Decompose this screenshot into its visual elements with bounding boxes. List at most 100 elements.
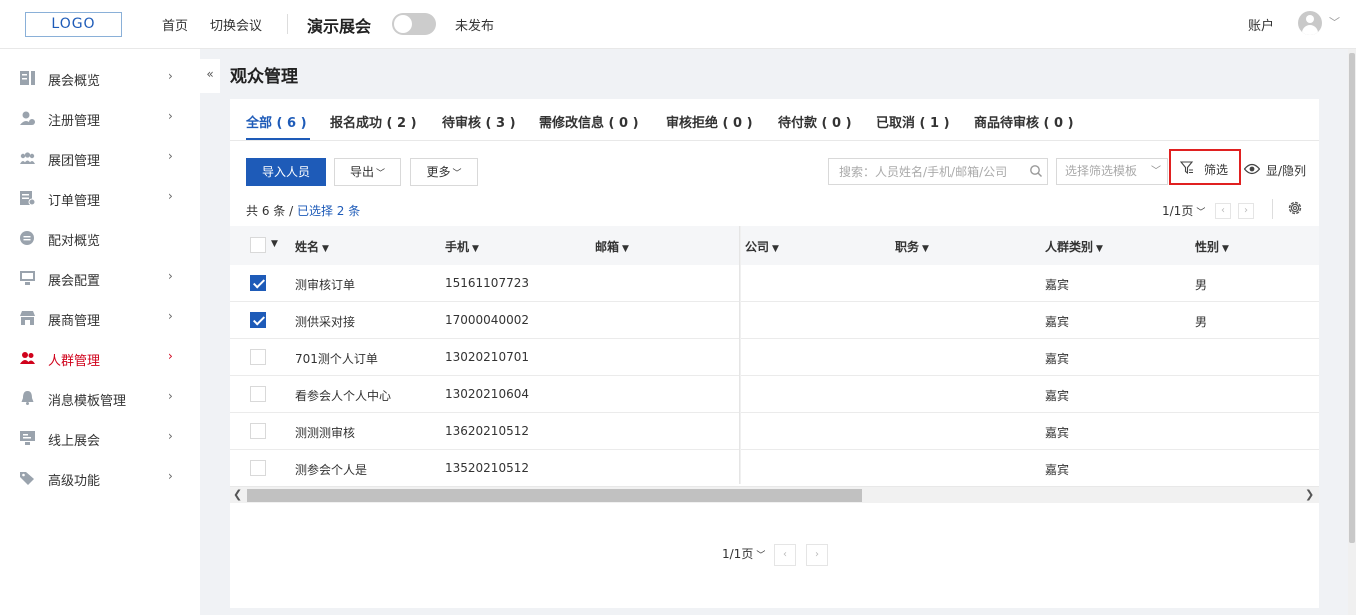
chevron-right-icon: › (168, 309, 173, 323)
row-checkbox[interactable] (250, 460, 266, 476)
column-header-email[interactable]: 邮箱 ▼ (595, 238, 629, 255)
chevron-down-icon[interactable]: ﹀ (1329, 14, 1340, 30)
sidebar: 展会概览 › 注册管理 › 展团管理 › 订单管理 › 配对概览 展会配置 › … (0, 49, 200, 615)
sidebar-item-overview[interactable]: 展会概览 › (0, 58, 200, 98)
filter-template-placeholder: 选择筛选模板 (1065, 164, 1138, 178)
table-row[interactable]: 看参会人个人中心 13020210604 嘉宾 (230, 376, 1319, 413)
page-indicator: 1/1页 (722, 547, 754, 561)
scroll-left-arrow-icon[interactable]: ❮ (233, 488, 242, 501)
prev-page-button[interactable]: ‹ (1215, 203, 1231, 219)
cell-gender: 男 (1195, 315, 1208, 329)
scrollbar-thumb[interactable] (1349, 53, 1355, 543)
sidebar-item-label: 线上展会 (48, 434, 101, 449)
chevron-down-icon: ﹀ (1196, 208, 1206, 218)
eye-icon (1244, 163, 1260, 175)
active-tab-indicator (246, 138, 310, 140)
prev-page-button[interactable]: ‹ (774, 544, 796, 566)
online-icon (20, 431, 35, 445)
table-row[interactable]: 测审核订单 15161107723 嘉宾 男 (230, 265, 1319, 302)
filter-template-select[interactable]: 选择筛选模板 ﹀ (1056, 158, 1168, 185)
import-people-button[interactable]: 导入人员 (246, 158, 326, 186)
table-row[interactable]: 测参会个人是 13520210512 嘉宾 (230, 450, 1319, 487)
sidebar-item-online-expo[interactable]: 线上展会 › (0, 418, 200, 458)
select-all-checkbox[interactable] (250, 237, 266, 253)
cell-phone: 13620210512 (445, 424, 529, 438)
table-row[interactable]: 测测测审核 13620210512 嘉宾 (230, 413, 1319, 450)
sidebar-item-group[interactable]: 展团管理 › (0, 138, 200, 178)
sidebar-collapse-button[interactable]: « (200, 59, 220, 93)
column-header-gender[interactable]: 性别 ▼ (1195, 238, 1229, 255)
tab-needs-edit[interactable]: 需修改信息 ( 0 ) (539, 112, 639, 131)
account-label[interactable]: 账户 (1248, 15, 1274, 34)
column-header-name[interactable]: 姓名 ▼ (295, 238, 329, 255)
top-page-selector[interactable]: 1/1页 ﹀ (1162, 202, 1205, 219)
selected-count: 已选择 2 条 (296, 204, 361, 218)
chevron-right-icon: › (168, 389, 173, 403)
row-checkbox[interactable] (250, 386, 266, 402)
logo[interactable]: LOGO (25, 12, 122, 37)
cell-category: 嘉宾 (1045, 426, 1070, 440)
row-checkbox[interactable] (250, 275, 266, 291)
filter-button[interactable]: 筛选 (1169, 149, 1241, 185)
column-header-title[interactable]: 职务 ▼ (895, 238, 929, 255)
sort-caret-icon: ▼ (1222, 244, 1229, 254)
search-input[interactable] (829, 159, 1025, 184)
column-header-phone[interactable]: 手机 ▼ (445, 238, 479, 255)
toolbar-divider (1272, 199, 1273, 219)
search-box (828, 158, 1048, 185)
page-indicator: 1/1页 (1162, 204, 1194, 218)
table-row[interactable]: 测供采对接 17000040002 嘉宾 男 (230, 302, 1319, 339)
tab-pending-review[interactable]: 待审核 ( 3 ) (442, 112, 516, 131)
tab-rejected[interactable]: 审核拒绝 ( 0 ) (666, 112, 753, 131)
row-checkbox[interactable] (250, 423, 266, 439)
sidebar-item-exhibitors[interactable]: 展商管理 › (0, 298, 200, 338)
gear-icon[interactable] (1287, 200, 1303, 216)
sort-caret-icon: ▼ (1096, 244, 1103, 254)
tab-cancelled[interactable]: 已取消 ( 1 ) (876, 112, 950, 131)
bottom-page-selector[interactable]: 1/1页 ﹀ (722, 545, 765, 562)
sidebar-item-message-templates[interactable]: 消息模板管理 › (0, 378, 200, 418)
top-header: LOGO 首页 切换会议 演示展会 未发布 账户 ﹀ (0, 0, 1356, 49)
tab-goods-review[interactable]: 商品待审核 ( 0 ) (974, 112, 1074, 131)
sidebar-item-registration[interactable]: 注册管理 › (0, 98, 200, 138)
chevron-down-icon: ﹀ (376, 169, 386, 179)
next-page-button[interactable]: › (806, 544, 828, 566)
tab-registered[interactable]: 报名成功 ( 2 ) (330, 112, 417, 131)
bell-icon (21, 391, 34, 405)
sidebar-item-match[interactable]: 配对概览 (0, 218, 200, 258)
page-vertical-scrollbar[interactable] (1348, 49, 1356, 615)
next-page-button[interactable]: › (1238, 203, 1254, 219)
cell-phone: 15161107723 (445, 276, 529, 290)
select-all-dropdown-icon[interactable]: ▼ (271, 239, 278, 249)
status-tabs: 全部 ( 6 ) 报名成功 ( 2 ) 待审核 ( 3 ) 需修改信息 ( 0 … (230, 99, 1319, 141)
more-button[interactable]: 更多 ﹀ (410, 158, 478, 186)
row-checkbox[interactable] (250, 349, 266, 365)
more-label: 更多 (426, 165, 451, 179)
column-header-category[interactable]: 人群类别 ▼ (1045, 238, 1103, 255)
table-row[interactable]: 701测个人订单 13020210701 嘉宾 (230, 339, 1319, 376)
row-checkbox[interactable] (250, 312, 266, 328)
scroll-right-arrow-icon[interactable]: ❯ (1305, 488, 1314, 501)
chevron-down-icon: ﹀ (756, 551, 766, 561)
sidebar-item-advanced[interactable]: 高级功能 › (0, 458, 200, 498)
horizontal-scrollbar[interactable]: ❮ ❯ (230, 486, 1319, 503)
cell-name: 看参会人个人中心 (295, 389, 392, 403)
sidebar-item-people[interactable]: 人群管理 › (0, 338, 200, 378)
nav-switch-meeting-link[interactable]: 切换会议 (210, 15, 262, 34)
exhibitor-icon (20, 311, 35, 325)
search-icon[interactable] (1029, 164, 1043, 178)
nav-home-link[interactable]: 首页 (162, 15, 188, 34)
tab-all[interactable]: 全部 ( 6 ) (246, 112, 307, 131)
tab-pending-payment[interactable]: 待付款 ( 0 ) (778, 112, 852, 131)
publish-toggle[interactable] (392, 13, 436, 35)
export-button[interactable]: 导出 ﹀ (334, 158, 401, 186)
sidebar-item-label: 配对概览 (48, 234, 101, 249)
sidebar-item-label: 订单管理 (48, 194, 101, 209)
sidebar-item-config[interactable]: 展会配置 › (0, 258, 200, 298)
column-header-company[interactable]: 公司 ▼ (745, 238, 779, 255)
sidebar-item-label: 高级功能 (48, 474, 101, 489)
avatar[interactable] (1298, 11, 1322, 35)
registration-icon (20, 111, 35, 125)
sidebar-item-orders[interactable]: 订单管理 › (0, 178, 200, 218)
scrollbar-thumb[interactable] (247, 489, 862, 502)
